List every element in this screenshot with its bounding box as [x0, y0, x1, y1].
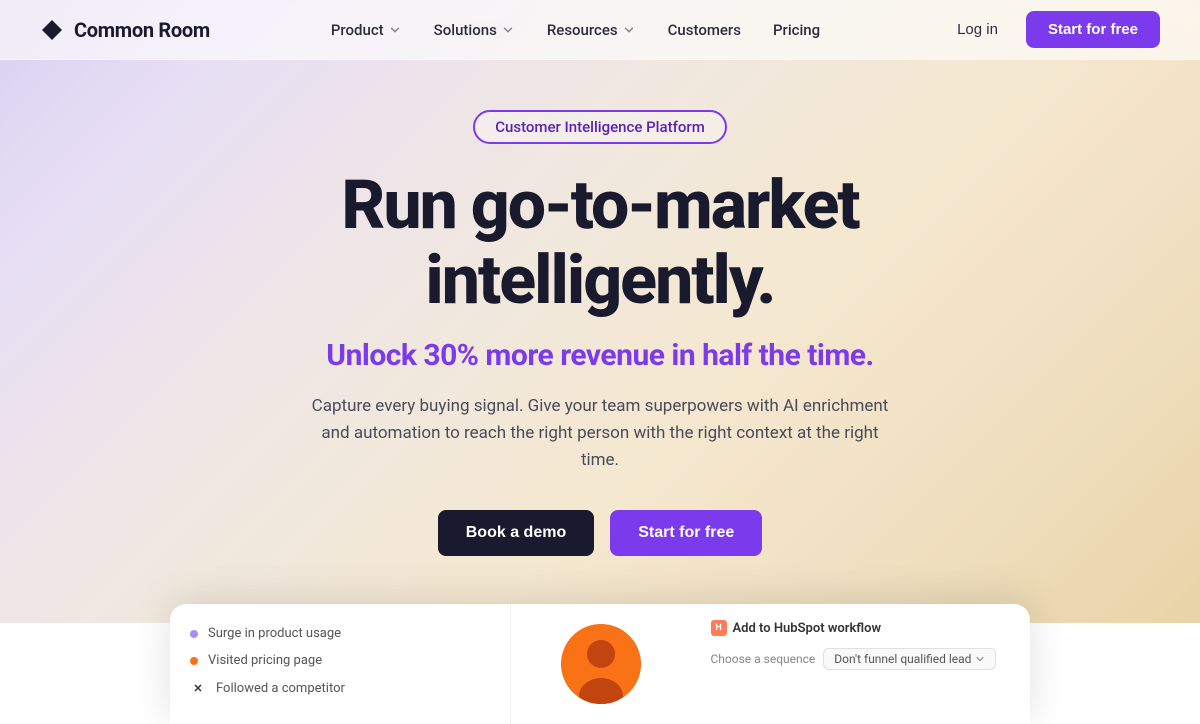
- signal-dot-purple: [190, 630, 198, 638]
- hero-section: Customer Intelligence Platform Run go-to…: [0, 60, 1200, 596]
- avatar: [561, 624, 641, 704]
- preview-signals-panel: Surge in product usage Visited pricing p…: [170, 604, 511, 724]
- preview-avatar-panel: [511, 604, 691, 724]
- signal-label-2: Visited pricing page: [208, 653, 322, 668]
- logo-icon: [40, 18, 64, 42]
- nav-customers-label: Customers: [668, 21, 741, 39]
- preview-signal-1: Surge in product usage: [190, 620, 490, 647]
- hero-badge: Customer Intelligence Platform: [473, 110, 727, 144]
- nav-resources-label: Resources: [547, 21, 618, 39]
- sequence-dropdown[interactable]: Don't funnel qualified lead: [823, 648, 996, 670]
- nav-links: Product Solutions Resources Customers Pr…: [319, 15, 832, 45]
- navbar: Common Room Product Solutions Resources …: [0, 0, 1200, 60]
- hero-description: Capture every buying signal. Give your t…: [310, 393, 890, 475]
- nav-actions: Log in Start for free: [941, 11, 1160, 48]
- nav-product[interactable]: Product: [319, 15, 414, 45]
- solutions-chevron-icon: [501, 23, 515, 37]
- nav-resources[interactable]: Resources: [535, 15, 648, 45]
- nav-solutions[interactable]: Solutions: [422, 15, 527, 45]
- signal-label-3: Followed a competitor: [216, 681, 345, 696]
- brand-name: Common Room: [74, 18, 210, 42]
- hero-title: Run go-to-market intelligently.: [341, 168, 858, 318]
- avatar-image: [561, 624, 641, 704]
- preview-sequence-row: Choose a sequence Don't funnel qualified…: [711, 648, 1011, 670]
- dashboard-preview: Surge in product usage Visited pricing p…: [170, 604, 1030, 724]
- nav-product-label: Product: [331, 21, 384, 39]
- hero-buttons: Book a demo Start for free: [438, 510, 763, 556]
- book-demo-button[interactable]: Book a demo: [438, 510, 594, 556]
- signal-label-1: Surge in product usage: [208, 626, 341, 641]
- hero-badge-text: Customer Intelligence Platform: [495, 118, 705, 136]
- hero-title-line2: intelligently.: [425, 240, 774, 320]
- start-for-free-button[interactable]: Start for free: [1026, 11, 1160, 48]
- sequence-value: Don't funnel qualified lead: [834, 652, 971, 666]
- sequence-chevron-icon: [975, 654, 985, 664]
- logo-link[interactable]: Common Room: [40, 18, 210, 42]
- preview-action-panel: H Add to HubSpot workflow Choose a seque…: [691, 604, 1031, 724]
- start-free-button[interactable]: Start for free: [610, 510, 762, 556]
- nav-pricing-label: Pricing: [773, 21, 820, 39]
- login-button[interactable]: Log in: [941, 13, 1014, 46]
- nav-customers[interactable]: Customers: [656, 15, 753, 45]
- nav-pricing[interactable]: Pricing: [761, 15, 832, 45]
- hero-title-line1: Run go-to-market: [341, 165, 858, 245]
- sequence-label: Choose a sequence: [711, 652, 816, 666]
- resources-chevron-icon: [622, 23, 636, 37]
- nav-solutions-label: Solutions: [434, 21, 497, 39]
- hero-subtitle: Unlock 30% more revenue in half the time…: [326, 338, 873, 373]
- signal-dot-orange: [190, 657, 198, 665]
- preview-signal-2: Visited pricing page: [190, 647, 490, 674]
- product-chevron-icon: [388, 23, 402, 37]
- preview-signal-3: ✕ Followed a competitor: [190, 674, 490, 702]
- signal-dot-x: ✕: [190, 680, 206, 696]
